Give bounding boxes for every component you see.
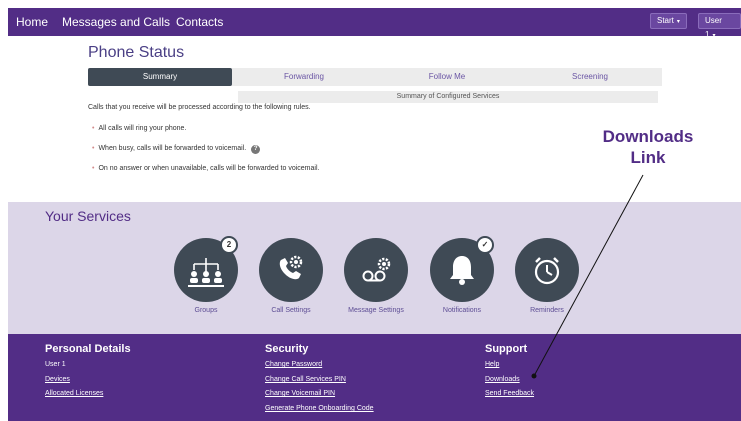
- callout-pointer-line: [531, 174, 644, 379]
- app-frame: Home Messages and Calls Contacts Start ▾ …: [8, 8, 741, 421]
